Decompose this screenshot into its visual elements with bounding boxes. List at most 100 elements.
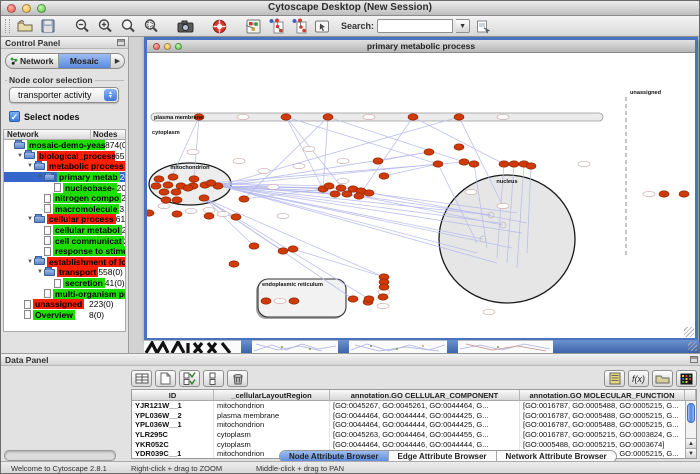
tree-row[interactable]: nitrogen compo209(0) [4, 193, 125, 204]
network-node [364, 190, 374, 196]
table-cell: cytoplasm [214, 440, 330, 450]
tree-row[interactable]: mosaic-demo-yeast874(0) [4, 140, 125, 151]
expand-arrow-icon[interactable]: ▼ [26, 259, 34, 265]
window-edge[interactable] [447, 340, 458, 353]
view-window-titlebar[interactable]: primary metabolic process [147, 40, 695, 53]
search-dropdown-button[interactable]: ▼ [456, 19, 470, 33]
tabs-overflow-arrow[interactable]: ▶ [111, 54, 124, 68]
select-nodes-checkbox[interactable]: ✓ [9, 111, 20, 122]
tree-row[interactable]: unassigned223(0) [4, 299, 125, 310]
minimized-view-thumbnail[interactable] [458, 340, 553, 353]
zoom-in-icon[interactable] [95, 17, 115, 35]
table-cell: YPL036W__2 [132, 411, 214, 421]
tree-row[interactable]: Overview8(0) [4, 310, 125, 321]
view-window-bottom-edge[interactable] [553, 340, 699, 353]
scroll-down-icon[interactable]: ▼ [686, 448, 696, 458]
network-desktop: primary metabolic process plasma membran… [129, 37, 699, 353]
table-cell: YDR039C__1 [132, 449, 214, 458]
table-row[interactable]: YJR121W__1mitochondrion[GO:0045267, GO:0… [132, 401, 696, 411]
snapshot-camera-icon[interactable] [175, 17, 195, 35]
search-settings-icon[interactable] [473, 17, 493, 35]
vizmapper-icon[interactable] [266, 17, 286, 35]
tree-row[interactable]: ▼transport558(0) [4, 267, 125, 278]
minimized-view-thumbnail[interactable] [349, 340, 447, 353]
tab-mosaic[interactable]: Mosaic [59, 54, 112, 68]
table-row[interactable]: YPL036W__2plasma membrane[GO:0044464, GO… [132, 411, 696, 421]
tree-row[interactable]: secretion41(0) [4, 278, 125, 289]
table-row[interactable]: YLR295Ccytoplasm[GO:0045263, GO:0044464,… [132, 430, 696, 440]
attribute-table: ID _cellularLayoutRegion annotation.GO C… [131, 389, 697, 459]
tree-row[interactable]: cellular metabol209(0) [4, 225, 125, 236]
window-edge[interactable] [338, 340, 349, 353]
tab-network[interactable]: Network [6, 54, 59, 68]
expand-arrow-icon[interactable]: ▼ [26, 216, 34, 222]
node-label [465, 189, 477, 194]
save-session-button[interactable] [38, 17, 58, 35]
delete-attribute-icon[interactable] [227, 370, 248, 387]
network-node [289, 298, 299, 304]
attribute-list-icon[interactable] [604, 370, 625, 387]
layout-icon[interactable] [243, 17, 263, 35]
document-icon [44, 226, 51, 235]
zoom-out-icon[interactable] [72, 17, 92, 35]
tree-item-label: primary metab [57, 172, 120, 182]
table-row[interactable]: YKR052Ccytoplasm[GO:0044464, GO:0044446,… [132, 440, 696, 450]
expand-arrow-icon[interactable]: ▼ [26, 163, 34, 169]
tree-row[interactable]: multi-organism pro42(0) [4, 288, 125, 299]
help-lifering-icon[interactable] [209, 17, 229, 35]
minimized-view-thumbnail[interactable] [144, 340, 241, 353]
tree-row[interactable]: cell communicat22(0) [4, 235, 125, 246]
window-titlebar[interactable]: Cytoscape Desktop (New Session) [1, 1, 699, 16]
new-attribute-icon[interactable] [155, 370, 176, 387]
tree-row[interactable]: nucleobase-209(0) [4, 182, 125, 193]
tree-row[interactable]: ▼establishment of lo558(0) [4, 257, 125, 268]
attribute-matrix-icon[interactable] [676, 370, 697, 387]
scroll-up-icon[interactable]: ▲ [686, 438, 696, 448]
zoom-selected-icon[interactable] [141, 17, 161, 35]
network-node [151, 183, 161, 189]
tree-row[interactable]: ▼metabolic process280(0) [4, 161, 125, 172]
table-scrollbar[interactable]: ▲ ▼ [685, 401, 696, 458]
network-node [154, 176, 164, 182]
table-row[interactable]: YPL036W__1mitochondrion[GO:0044464, GO:0… [132, 420, 696, 430]
folder-icon [44, 269, 55, 276]
scrollbar-thumb[interactable] [687, 403, 695, 423]
select-attributes-icon[interactable] [179, 370, 200, 387]
tree-item-label: establishment of lo [47, 257, 125, 267]
search-input[interactable] [377, 19, 453, 33]
attribute-table-icon[interactable] [131, 370, 152, 387]
unselect-attributes-icon[interactable] [203, 370, 224, 387]
tree-row[interactable]: response to stimulu264(0) [4, 246, 125, 257]
cytoscape-window: Cytoscape Desktop (New Session) [0, 0, 700, 474]
tree-row[interactable]: ▼primary metab209(... [4, 172, 125, 183]
minimized-view-thumbnail[interactable] [252, 340, 338, 353]
control-panel-float-icon[interactable] [117, 39, 125, 46]
resize-grip-icon[interactable] [684, 327, 694, 337]
vizmapper-edit-icon[interactable] [289, 17, 309, 35]
network-canvas[interactable]: plasma membranecytoplasmmitochondrionnuc… [147, 53, 695, 338]
expand-arrow-icon[interactable]: ▼ [16, 153, 24, 159]
document-icon [44, 194, 51, 203]
function-builder-icon[interactable]: f(x) [628, 370, 649, 387]
node-count: 223(0) [89, 299, 125, 309]
expand-arrow-icon[interactable]: ▼ [36, 174, 44, 180]
nucleus-region [439, 175, 575, 303]
open-file-button[interactable] [15, 17, 35, 35]
network-node [499, 161, 509, 167]
tree-header[interactable]: Network Nodes [3, 129, 126, 140]
expand-arrow-icon[interactable]: ▼ [36, 269, 44, 275]
import-attributes-icon[interactable] [652, 370, 673, 387]
node-color-dropdown[interactable]: transporter activity ▲▼ [9, 87, 119, 103]
manual-layout-icon[interactable] [312, 17, 332, 35]
folder-icon [34, 258, 45, 265]
resize-grip-icon[interactable] [688, 342, 697, 351]
tree-row[interactable]: ▼biological_process651(0) [4, 151, 125, 162]
tree-row[interactable]: ▼cellular process614(0) [4, 214, 125, 225]
network-view-window[interactable]: primary metabolic process plasma membran… [144, 37, 698, 341]
tree-row[interactable]: macromolecule311(0) [4, 204, 125, 215]
data-panel-float-icon[interactable] [690, 356, 698, 363]
attribute-table-header[interactable]: ID _cellularLayoutRegion annotation.GO C… [132, 390, 696, 401]
zoom-fit-icon[interactable] [118, 17, 138, 35]
window-edge[interactable] [241, 340, 252, 353]
toolbar-grip[interactable] [5, 19, 10, 33]
